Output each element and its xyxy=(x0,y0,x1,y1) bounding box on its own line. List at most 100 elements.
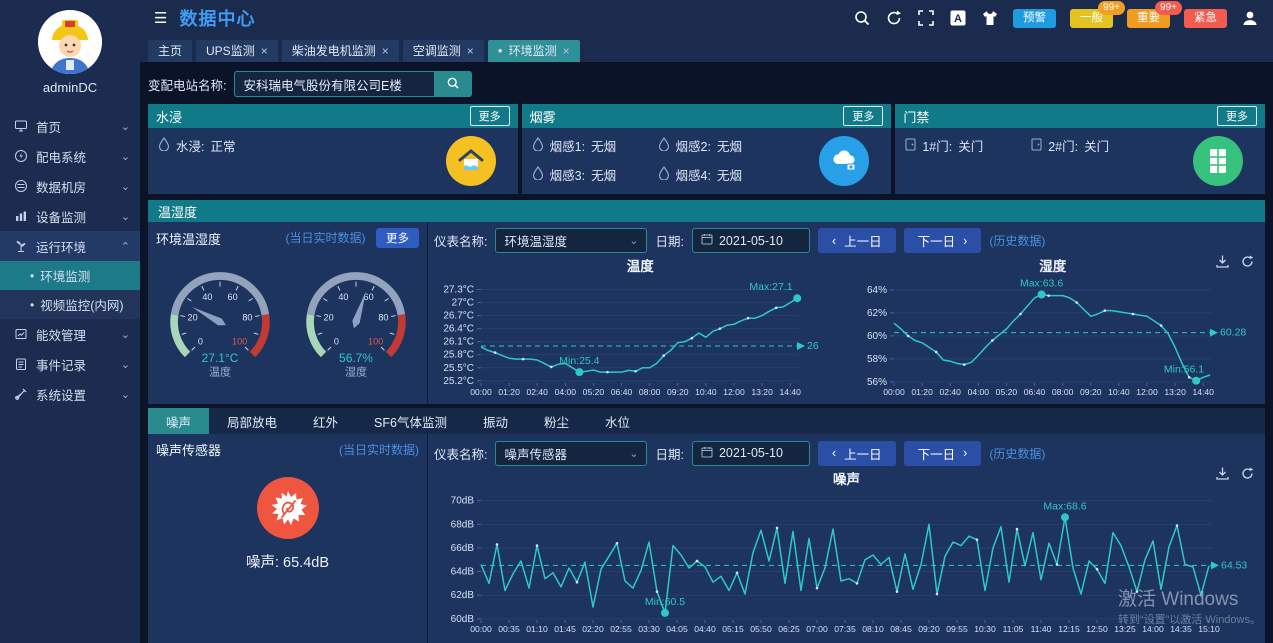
sidebar-item-data-room[interactable]: 数据机房 ⌄ xyxy=(0,171,140,201)
door-card: 门禁 更多 1#门:关门 2#门:关门 xyxy=(895,104,1265,194)
date-picker[interactable]: 2021-05-10 xyxy=(692,441,810,466)
next-day-button[interactable]: 下一日 › xyxy=(904,228,982,253)
svg-text:80: 80 xyxy=(242,312,252,322)
user-icon[interactable] xyxy=(1241,9,1259,27)
svg-text:60.28: 60.28 xyxy=(1220,327,1246,339)
tab-environment[interactable]: ●环境监测× xyxy=(488,40,580,62)
tab-water-level[interactable]: 水位 xyxy=(587,408,648,434)
svg-text:08:10: 08:10 xyxy=(862,624,884,634)
alert-urgent-badge[interactable]: 紧急 xyxy=(1184,9,1227,28)
sidebar-item-settings[interactable]: 系统设置 ⌄ xyxy=(0,379,140,409)
card-title: 门禁 xyxy=(903,107,929,126)
svg-text:27.1°C: 27.1°C xyxy=(201,351,238,365)
tab-partial-discharge[interactable]: 局部放电 xyxy=(209,408,295,434)
access-door-icon xyxy=(1193,136,1243,186)
data-room-icon xyxy=(14,179,28,193)
svg-text:03:30: 03:30 xyxy=(638,624,660,634)
chevron-left-icon: ‹ xyxy=(832,446,836,460)
hamburger-icon[interactable]: ☰ xyxy=(154,9,167,27)
th-more-button[interactable]: 更多 xyxy=(376,228,419,248)
smoke-card: 烟雾 更多 烟感1:无烟 烟感2:无烟 烟感3:无烟 烟感4:无烟 xyxy=(522,104,892,194)
energy-icon xyxy=(14,327,28,341)
station-search-row: 变配电站名称: xyxy=(148,68,1265,100)
tab-vibration[interactable]: 振动 xyxy=(465,408,526,434)
sidebar-item-event-log[interactable]: 事件记录 ⌄ xyxy=(0,349,140,379)
close-icon[interactable]: × xyxy=(563,40,570,62)
smoke-more-button[interactable]: 更多 xyxy=(843,106,883,126)
svg-text:09:20: 09:20 xyxy=(667,387,689,397)
history-link[interactable]: (历史数据) xyxy=(989,445,1045,462)
tab-ups[interactable]: UPS监测× xyxy=(196,40,278,62)
refresh-icon[interactable] xyxy=(1240,466,1255,481)
chevron-down-icon: ⌄ xyxy=(629,234,638,247)
app-title: 数据中心 xyxy=(179,5,853,31)
svg-text:00:00: 00:00 xyxy=(470,387,492,397)
tab-dust[interactable]: 粉尘 xyxy=(526,408,587,434)
tab-sf6-gas[interactable]: SF6气体监测 xyxy=(356,408,465,434)
svg-text:40: 40 xyxy=(338,292,348,302)
station-input[interactable] xyxy=(234,71,434,97)
svg-text:Min:25.4: Min:25.4 xyxy=(559,355,599,367)
svg-text:10:40: 10:40 xyxy=(1108,387,1130,397)
droplet-icon xyxy=(532,166,544,183)
station-search-button[interactable] xyxy=(434,71,472,97)
search-icon[interactable] xyxy=(853,9,871,27)
meter-select[interactable]: 环境温湿度 ⌄ xyxy=(495,228,647,253)
svg-text:13:25: 13:25 xyxy=(1114,624,1136,634)
refresh-icon[interactable] xyxy=(885,9,903,27)
next-day-button[interactable]: 下一日 › xyxy=(904,441,982,466)
svg-text:20: 20 xyxy=(323,312,333,322)
chevron-right-icon: › xyxy=(963,234,967,248)
svg-text:00:00: 00:00 xyxy=(470,624,492,634)
smoke-item-2: 烟感2:无烟 xyxy=(658,136,784,155)
sidebar-subitem-video-monitor[interactable]: • 视频监控(内网) xyxy=(0,290,140,319)
tab-hvac[interactable]: 空调监测× xyxy=(403,40,484,62)
sidebar-item-environment[interactable]: 运行环境 ⌃ xyxy=(0,231,140,261)
svg-text:11:05: 11:05 xyxy=(1002,624,1023,634)
theme-icon[interactable] xyxy=(981,9,999,27)
svg-text:12:00: 12:00 xyxy=(1136,387,1158,397)
sidebar-item-energy[interactable]: 能效管理 ⌄ xyxy=(0,319,140,349)
tab-noise[interactable]: 噪声 xyxy=(148,408,209,434)
svg-text:Max:27.1: Max:27.1 xyxy=(750,281,793,293)
prev-day-button[interactable]: ‹ 上一日 xyxy=(818,228,896,253)
svg-text:02:40: 02:40 xyxy=(527,387,549,397)
close-icon[interactable]: × xyxy=(261,40,268,62)
svg-text:08:45: 08:45 xyxy=(890,624,912,634)
svg-text:25.2°C: 25.2°C xyxy=(444,376,475,387)
refresh-icon[interactable] xyxy=(1240,254,1255,269)
download-icon[interactable] xyxy=(1215,466,1230,481)
subpanel-title: 噪声传感器 xyxy=(156,440,221,459)
tab-infrared[interactable]: 红外 xyxy=(295,408,356,434)
door-more-button[interactable]: 更多 xyxy=(1217,106,1257,126)
alert-general-badge[interactable]: 一般 99+ xyxy=(1070,9,1113,28)
sidebar-item-power-distribution[interactable]: 配电系统 ⌄ xyxy=(0,141,140,171)
svg-text:04:00: 04:00 xyxy=(555,387,577,397)
sidebar-item-home[interactable]: 首页 ⌄ xyxy=(0,111,140,141)
tab-home[interactable]: 主页 xyxy=(148,40,192,62)
station-label: 变配电站名称: xyxy=(148,75,226,94)
svg-text:02:55: 02:55 xyxy=(610,624,632,634)
download-icon[interactable] xyxy=(1215,254,1230,269)
svg-text:64%: 64% xyxy=(867,285,887,296)
realtime-note: (当日实时数据) xyxy=(286,231,366,245)
close-icon[interactable]: × xyxy=(382,40,389,62)
sidebar-item-equipment-monitor[interactable]: 设备监测 ⌄ xyxy=(0,201,140,231)
svg-text:04:05: 04:05 xyxy=(666,624,688,634)
alert-important-badge[interactable]: 重要 99+ xyxy=(1127,9,1170,28)
prev-day-button[interactable]: ‹ 上一日 xyxy=(818,441,896,466)
svg-text:64.53: 64.53 xyxy=(1221,559,1247,571)
tab-diesel[interactable]: 柴油发电机监测× xyxy=(282,40,399,62)
svg-text:25.8°C: 25.8°C xyxy=(444,350,475,361)
history-link[interactable]: (历史数据) xyxy=(989,232,1045,249)
meter-select[interactable]: 噪声传感器 ⌄ xyxy=(495,441,647,466)
alert-warning-badge[interactable]: 预警 xyxy=(1013,9,1056,28)
water-more-button[interactable]: 更多 xyxy=(470,106,510,126)
font-size-icon[interactable]: A xyxy=(949,9,967,27)
fullscreen-icon[interactable] xyxy=(917,9,935,27)
date-picker[interactable]: 2021-05-10 xyxy=(692,228,810,253)
close-icon[interactable]: × xyxy=(467,40,474,62)
sidebar-subitem-environment-monitor[interactable]: • 环境监测 xyxy=(0,261,140,290)
noise-reading: 噪声: 65.4dB xyxy=(156,551,419,572)
svg-text:68dB: 68dB xyxy=(450,519,474,530)
